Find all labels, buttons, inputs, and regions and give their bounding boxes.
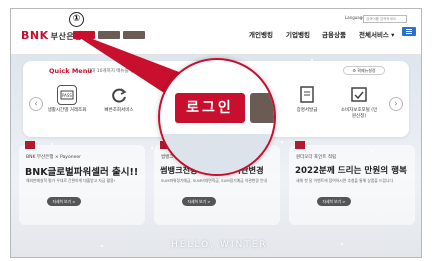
site-header: BNK 부산은행 ① 개인뱅킹 기업뱅킹 금융상품 전체서비스 ▾ Languag… xyxy=(11,9,421,55)
card-more-button[interactable]: 자세히 보기 > xyxy=(47,197,81,206)
nav-products[interactable]: 금융상품 xyxy=(322,29,346,39)
quick-item-label: 빠른조회서비스 xyxy=(104,108,134,113)
quick-item-label: 증명서발급 xyxy=(296,108,318,113)
card-headline: BNK글로벌파워셀러 출시!! xyxy=(25,167,139,178)
card-badge xyxy=(295,141,305,149)
step-marker: ① xyxy=(69,12,84,27)
quick-item-consumer-protection[interactable]: 소비자보호포털 (민원신청) xyxy=(339,85,379,120)
logo-text: BNK xyxy=(21,29,49,42)
refresh-icon xyxy=(109,85,129,105)
hamburger-menu-icon[interactable] xyxy=(402,27,416,36)
banner-card-1[interactable]: BNK 부산은행 × Payoneer BNK글로벌파워셀러 출시!! 해외판매… xyxy=(19,141,145,225)
card-description: 새해 첫 달 이벤트에 참여하시면 추첨을 통해 상품을 드립니다 xyxy=(296,178,393,183)
card-small-text: BNK 부산은행 × Payoneer xyxy=(26,155,81,160)
quick-menu-title: Quick Menu xyxy=(49,67,92,75)
check-document-icon xyxy=(349,85,369,105)
banner-card-3[interactable]: 원더오더 포인트 적립 2022분께 드리는 만원의 행복 새해 첫 달 이벤트… xyxy=(289,141,415,225)
card-description: 해외판매실적 평가 우대로 간편하게 대출받고 자금 활용! xyxy=(26,178,116,183)
search-input[interactable]: 검색어를 입력하세요 xyxy=(363,15,407,23)
pass-icon: PASS xyxy=(57,85,77,105)
winter-greeting: HELLO, WINTER xyxy=(171,240,268,250)
quick-item-label: 소비자보호포털 (민원신청) xyxy=(340,108,378,119)
quick-menu-description: 최대 10개까지 메뉴를 설정하세요 xyxy=(87,69,151,74)
quick-item-fast-inquiry[interactable]: 빠른조회서비스 xyxy=(99,85,139,114)
quick-item-label: 생활시간별 거래조회 xyxy=(47,108,87,113)
card-description: SUM파워정기예금, SUM비대면적금, SUM정기예금 약관변경 안내 xyxy=(161,178,267,183)
quick-next-button[interactable]: › xyxy=(389,97,403,111)
nav-business[interactable]: 기업뱅킹 xyxy=(286,29,310,39)
login-button[interactable]: 로그인 xyxy=(175,93,245,123)
quick-prev-button[interactable]: ‹ xyxy=(29,97,43,111)
card-badge xyxy=(25,141,35,149)
nav-personal[interactable]: 개인뱅킹 xyxy=(249,29,273,39)
login-button-small[interactable] xyxy=(73,31,95,39)
signup-button[interactable] xyxy=(250,93,274,123)
svg-text:PASS: PASS xyxy=(62,93,72,98)
header-button-3[interactable] xyxy=(123,31,145,39)
card-small-text: 원더오더 포인트 적립 xyxy=(296,155,337,160)
card-more-button[interactable]: 자세히 보기 > xyxy=(317,197,351,206)
card-more-button[interactable]: 자세히 보기 > xyxy=(182,197,216,206)
quick-menu-settings-button[interactable]: ⚙ 퀵메뉴설정 xyxy=(343,66,385,75)
certificate-icon xyxy=(297,85,317,105)
zoom-magnifier: 로그인 xyxy=(158,58,276,176)
nav-all-services[interactable]: 전체서비스 ▾ xyxy=(359,29,394,39)
card-headline: 2022분께 드리는 만원의 행복 xyxy=(295,166,407,176)
zoom-background xyxy=(160,134,274,174)
quick-item-transaction-inquiry[interactable]: PASS 생활시간별 거래조회 xyxy=(47,85,87,114)
header-button-2[interactable] xyxy=(98,31,120,39)
quick-item-certificate[interactable]: 증명서발급 xyxy=(287,85,327,114)
